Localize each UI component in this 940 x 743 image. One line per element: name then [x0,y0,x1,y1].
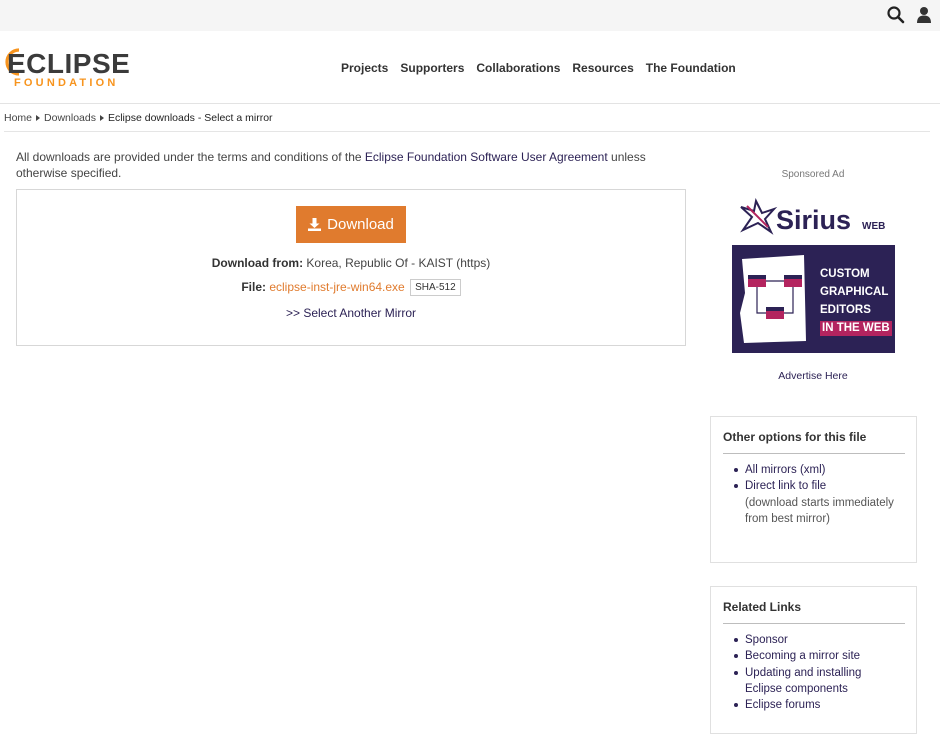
sponsored-ad-label: Sponsored Ad [781,169,845,180]
download-from: Download from: Korea, Republic Of - KAIS… [17,255,685,271]
divider [4,131,930,132]
user-agreement-link[interactable]: Eclipse Foundation Software User Agreeme… [365,150,608,164]
ad-line: GRAPHICAL [820,286,889,298]
divider [723,623,905,624]
eclipse-forums-link[interactable]: Eclipse forums [745,699,820,711]
main-nav: Projects Supporters Collaborations Resou… [341,60,736,76]
direct-link-to-file[interactable]: Direct link to file [745,480,826,492]
file-label: File: [241,280,266,294]
search-icon[interactable] [886,5,906,25]
select-another-mirror-link[interactable]: >> Select Another Mirror [286,306,416,320]
file-link[interactable]: eclipse-inst-jre-win64.exe [269,280,404,294]
sirius-brand-suffix: WEB [862,221,885,232]
breadcrumb: Home Downloads Eclipse downloads - Selec… [4,110,273,126]
list-item: Direct link to file (download starts imme… [734,478,895,527]
logo-wordmark: ECLIPSE [7,48,131,79]
terms-prefix: All downloads are provided under the ter… [16,150,365,164]
nav-projects[interactable]: Projects [341,60,388,76]
other-options-list: All mirrors (xml) Direct link to file (do… [734,462,895,527]
download-icon [308,218,322,231]
breadcrumb-separator-icon [99,115,104,121]
sirius-brand-text: Sirius [776,205,851,235]
mirror-site-link[interactable]: Becoming a mirror site [745,650,860,662]
nav-the-foundation[interactable]: The Foundation [646,60,736,76]
updating-installing-link[interactable]: Updating and installing Eclipse componen… [745,667,861,695]
list-item: Sponsor [734,632,895,648]
breadcrumb-separator-icon [36,115,41,121]
ad-line: EDITORS [820,304,871,316]
download-from-label: Download from: [211,256,304,270]
diagram-illustration-icon [740,255,806,343]
utility-bar [0,0,940,31]
other-options-title: Other options for this file [723,430,867,444]
related-links-box: Related Links Sponsor Becoming a mirror … [710,586,917,734]
ad-line: CUSTOM [820,268,870,280]
divider [723,453,905,454]
list-item: Becoming a mirror site [734,648,895,664]
terms-notice: All downloads are provided under the ter… [16,149,676,181]
ad-highlight: IN THE WEB [820,321,892,336]
direct-link-note: (download starts immediately from best m… [745,496,894,525]
nav-collaborations[interactable]: Collaborations [476,60,560,76]
eclipse-foundation-logo[interactable]: ECLIPSE FOUNDATION [4,45,131,91]
sha512-button[interactable]: SHA-512 [410,279,461,297]
nav-supporters[interactable]: Supporters [400,60,464,76]
site-header: ECLIPSE FOUNDATION Projects Supporters C… [0,31,940,104]
other-options-box: Other options for this file All mirrors … [710,416,917,563]
advertise-here-link[interactable]: Advertise Here [710,369,916,383]
download-button-label: Download [327,216,394,233]
download-file: File: eclipse-inst-jre-win64.exe SHA-512 [17,279,685,297]
download-from-value: Korea, Republic Of - KAIST (https) [306,256,491,270]
breadcrumb-downloads[interactable]: Downloads [44,110,96,126]
ad-headline: CUSTOM GRAPHICAL EDITORS IN THE WEB [820,265,895,337]
select-mirror-row: >> Select Another Mirror [17,305,685,321]
user-icon[interactable] [914,5,934,25]
nav-resources[interactable]: Resources [572,60,633,76]
ad-banner[interactable]: CUSTOM GRAPHICAL EDITORS IN THE WEB [732,245,895,353]
logo-subtitle: FOUNDATION [14,77,119,89]
all-mirrors-link[interactable]: All mirrors (xml) [745,464,825,476]
sponsor-link[interactable]: Sponsor [745,634,788,646]
list-item: All mirrors (xml) [734,462,895,478]
breadcrumb-current: Eclipse downloads - Select a mirror [107,112,273,124]
download-panel: Download Download from: Korea, Republic … [16,189,686,346]
download-button[interactable]: Download [296,206,406,243]
related-links-title: Related Links [723,600,802,614]
related-links-list: Sponsor Becoming a mirror site Updating … [734,632,895,713]
sirius-web-logo[interactable]: Sirius WEB [738,198,888,236]
list-item: Updating and installing Eclipse componen… [734,665,895,698]
list-item: Eclipse forums [734,697,895,713]
breadcrumb-home[interactable]: Home [4,110,32,126]
